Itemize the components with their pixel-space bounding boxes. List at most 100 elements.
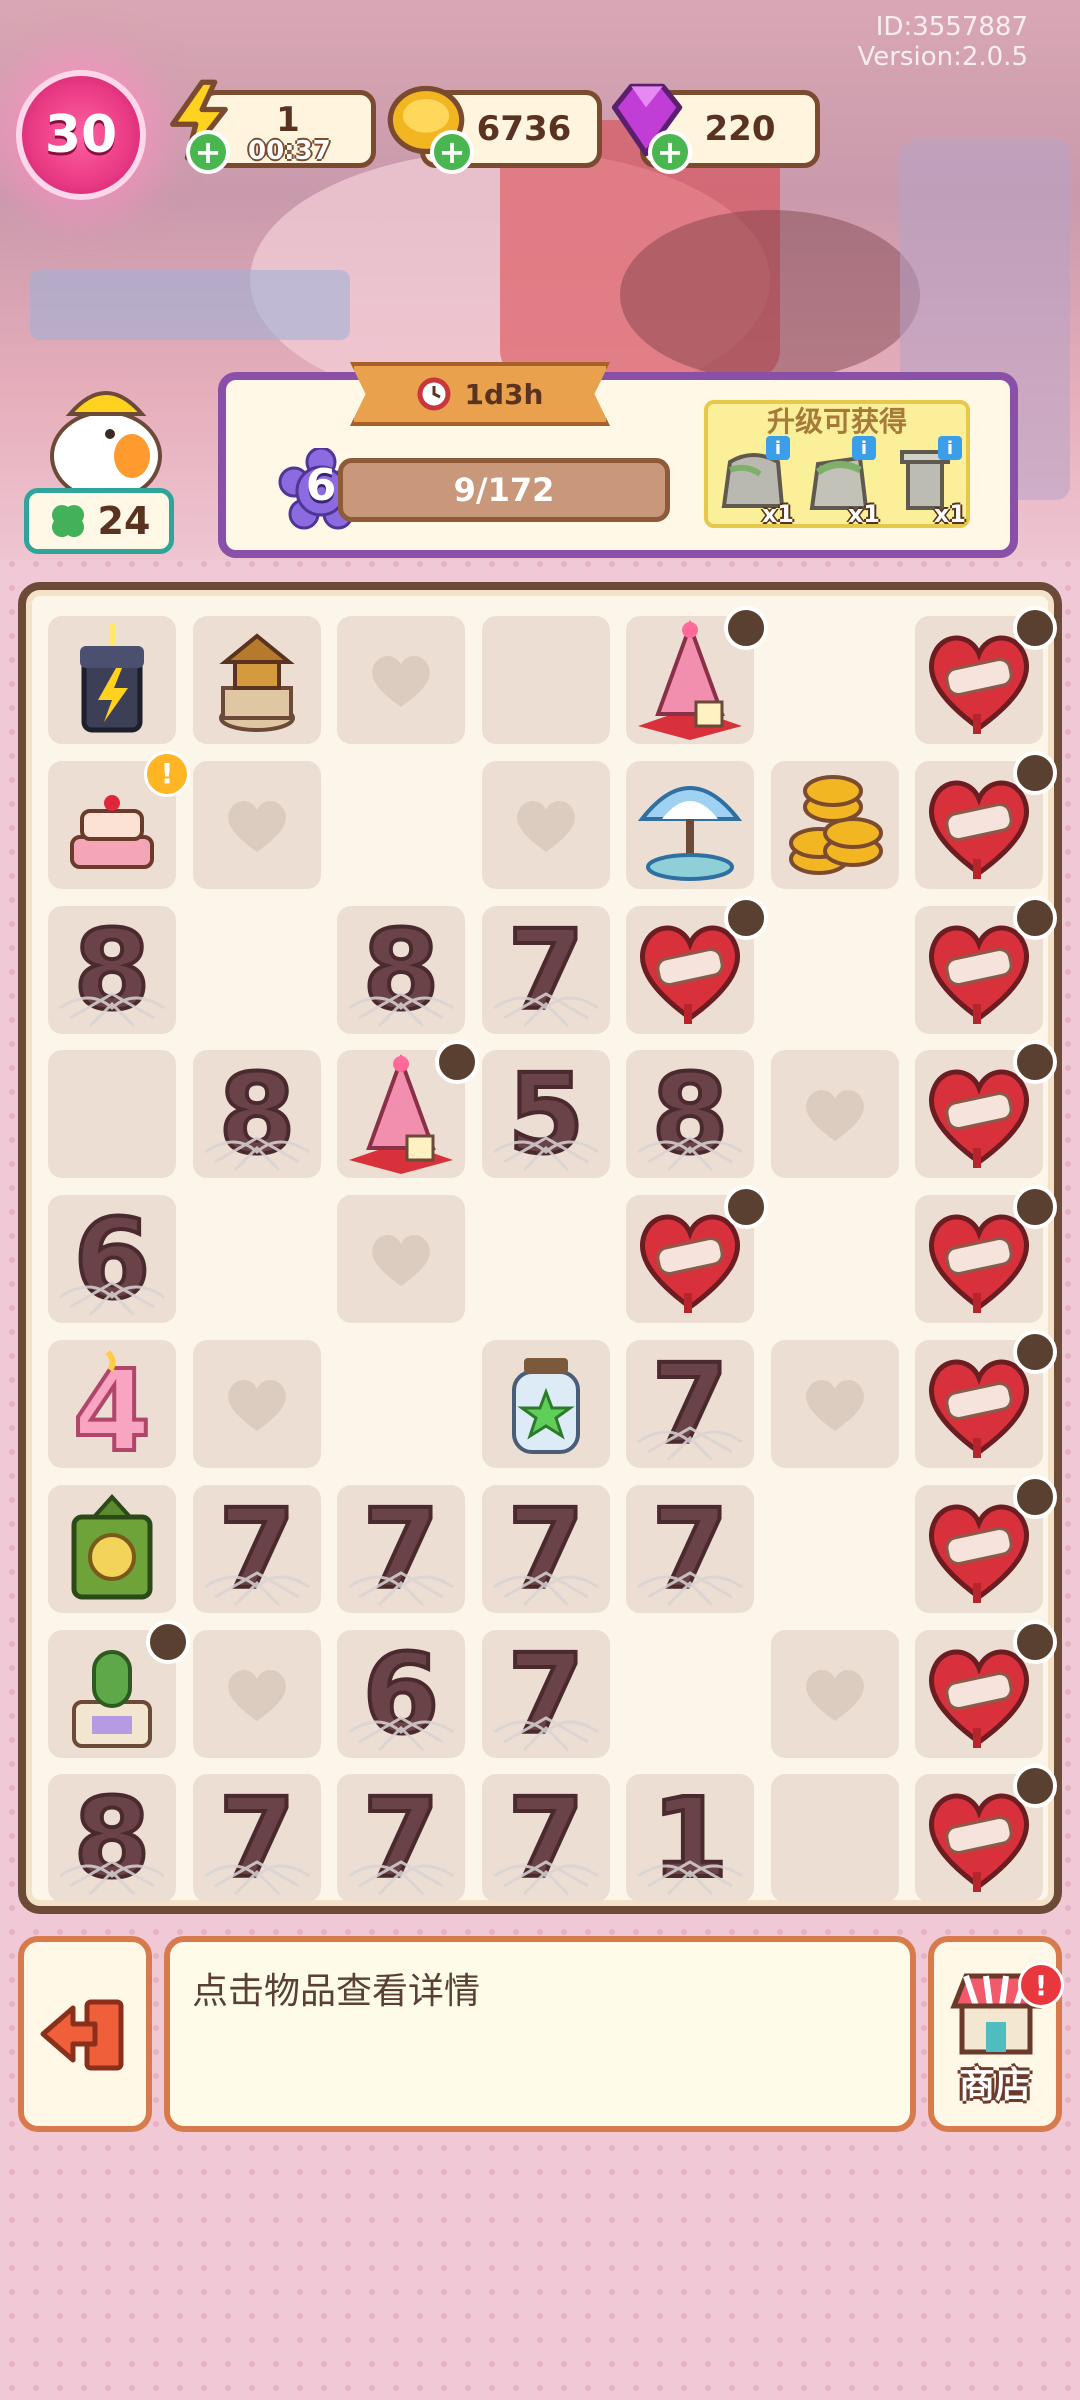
cobweb-number-item-icon: 7 — [348, 1487, 454, 1611]
cactus-pot-item[interactable] — [48, 1619, 190, 1758]
reward-item[interactable]: i x1 — [888, 436, 966, 528]
bandage-heart-item[interactable] — [915, 1619, 1057, 1758]
empty-slot[interactable] — [770, 1774, 899, 1903]
bandage-heart-item[interactable] — [915, 1764, 1057, 1903]
timer-badge-icon — [435, 1040, 479, 1085]
empty-cell[interactable] — [337, 1340, 465, 1468]
reward-qty: x1 — [761, 500, 794, 528]
svg-text:8: 8 — [363, 908, 440, 1032]
bandage-heart-item[interactable] — [915, 895, 1057, 1034]
locked-heart-slot[interactable] — [770, 1629, 899, 1758]
bandage-heart-item[interactable] — [915, 1330, 1057, 1468]
clover-value: 24 — [97, 499, 151, 543]
cobweb-number-item[interactable]: 7 — [481, 1629, 610, 1758]
empty-cell[interactable] — [193, 906, 321, 1034]
shop-alert-icon: ! — [1018, 1962, 1064, 2008]
empty-cell[interactable] — [482, 1195, 610, 1323]
green-lantern-item[interactable] — [48, 1484, 176, 1613]
gold-coins-item[interactable] — [770, 760, 899, 889]
shop-label: 商店 — [958, 2065, 1031, 2106]
locked-heart-slot[interactable] — [192, 1629, 321, 1758]
add-coins-button[interactable]: + — [430, 130, 474, 174]
bandage-heart-item[interactable] — [915, 1474, 1057, 1613]
reward-title: 升级可获得 — [766, 405, 907, 438]
cobweb-number-item[interactable]: 7 — [192, 1484, 321, 1613]
clock-icon — [417, 377, 451, 411]
cobweb-number-item[interactable]: 7 — [626, 1340, 754, 1468]
empty-slot[interactable] — [481, 616, 610, 744]
info-icon[interactable]: i — [938, 436, 962, 460]
timer-badge-icon — [1013, 1185, 1057, 1230]
bandage-heart-item[interactable] — [915, 750, 1057, 889]
empty-slot[interactable] — [48, 1050, 176, 1179]
cobweb-number-item[interactable]: 7 — [626, 1484, 754, 1613]
bandage-heart-item[interactable] — [626, 895, 768, 1034]
bandage-heart-item[interactable] — [915, 1040, 1057, 1179]
cobweb-number-item[interactable]: 7 — [192, 1774, 321, 1903]
shop-button[interactable]: 商店 ! — [928, 1936, 1064, 2132]
level-up-rewards[interactable]: 升级可获得 i x1 i x1 i x1 — [704, 400, 970, 528]
star-jar-item-icon — [511, 1358, 580, 1454]
number-candle-item[interactable]: 4 — [48, 1340, 176, 1468]
cobweb-number-item[interactable]: 8 — [626, 1050, 754, 1179]
cobweb-number-item-icon: 6 — [348, 1632, 454, 1756]
locked-heart-slot[interactable] — [337, 1195, 465, 1324]
music-box-item[interactable] — [192, 616, 321, 744]
cobweb-number-item[interactable]: 7 — [337, 1774, 465, 1903]
cobweb-number-item[interactable]: 8 — [48, 905, 176, 1034]
cobweb-number-item[interactable]: 5 — [481, 1050, 610, 1179]
bandage-heart-item[interactable] — [915, 1185, 1057, 1324]
empty-cell[interactable] — [337, 761, 465, 889]
star-jar-item[interactable] — [481, 1340, 610, 1468]
locked-heart-slot-icon — [372, 656, 430, 707]
reward-item[interactable]: i x1 — [716, 436, 794, 528]
lightning-robot-item[interactable] — [48, 616, 176, 744]
cobweb-number-item[interactable]: 8 — [48, 1774, 176, 1903]
cobweb-number-item[interactable]: 7 — [481, 905, 610, 1034]
add-energy-button[interactable]: + — [186, 130, 230, 174]
locked-heart-slot[interactable] — [770, 1050, 899, 1179]
locked-heart-slot-icon — [805, 1090, 864, 1142]
timer-badge-icon — [724, 1185, 768, 1230]
svg-text:7: 7 — [652, 1342, 729, 1466]
empty-cell[interactable] — [771, 1485, 899, 1613]
locked-heart-slot[interactable] — [337, 616, 465, 744]
empty-cell[interactable] — [771, 616, 899, 744]
cobweb-number-item[interactable]: 1 — [626, 1774, 754, 1903]
svg-text:7: 7 — [363, 1776, 440, 1900]
info-icon[interactable]: i — [766, 436, 790, 460]
empty-cell[interactable] — [626, 1630, 754, 1758]
empty-cell[interactable] — [193, 1195, 321, 1323]
clover-counter[interactable]: 24 — [24, 488, 174, 554]
cobweb-number-item[interactable]: 6 — [48, 1195, 176, 1324]
locked-heart-slot[interactable] — [192, 1340, 321, 1468]
pink-tree-item[interactable] — [337, 1040, 479, 1179]
cobweb-number-item[interactable]: 7 — [481, 1484, 610, 1613]
bandage-heart-item[interactable] — [626, 1185, 768, 1324]
exit-button[interactable] — [18, 1936, 152, 2132]
empty-cell[interactable] — [771, 1195, 899, 1323]
cobweb-number-item[interactable]: 8 — [337, 905, 465, 1034]
cobweb-number-item[interactable]: 7 — [481, 1774, 610, 1903]
bandage-heart-item[interactable] — [915, 606, 1057, 744]
energy-timer: 00:37 — [248, 136, 331, 166]
cobweb-number-item[interactable]: 7 — [337, 1484, 465, 1613]
add-gems-button[interactable]: + — [648, 130, 692, 174]
locked-heart-slot[interactable] — [481, 760, 610, 889]
umbrella-fountain-item[interactable] — [626, 760, 754, 889]
cobweb-number-item[interactable]: 8 — [192, 1050, 321, 1179]
info-icon[interactable]: i — [852, 436, 876, 460]
pink-tree-item[interactable] — [626, 606, 768, 744]
locked-heart-slot[interactable] — [770, 1340, 899, 1468]
locked-heart-slot[interactable] — [192, 760, 321, 889]
player-level-value: 30 — [44, 105, 118, 165]
cobweb-number-item[interactable]: 6 — [337, 1629, 465, 1758]
cobweb-number-item-icon: 7 — [203, 1776, 310, 1900]
player-level-badge[interactable]: 30 — [16, 70, 146, 200]
svg-text:7: 7 — [507, 1487, 584, 1611]
duck-avatar-icon[interactable] — [36, 364, 176, 504]
birthday-cake-item[interactable]: ! — [48, 750, 190, 889]
item-info-box: 点击物品查看详情 — [164, 1936, 916, 2132]
empty-cell[interactable] — [771, 906, 899, 1034]
reward-item[interactable]: i x1 — [802, 436, 880, 528]
